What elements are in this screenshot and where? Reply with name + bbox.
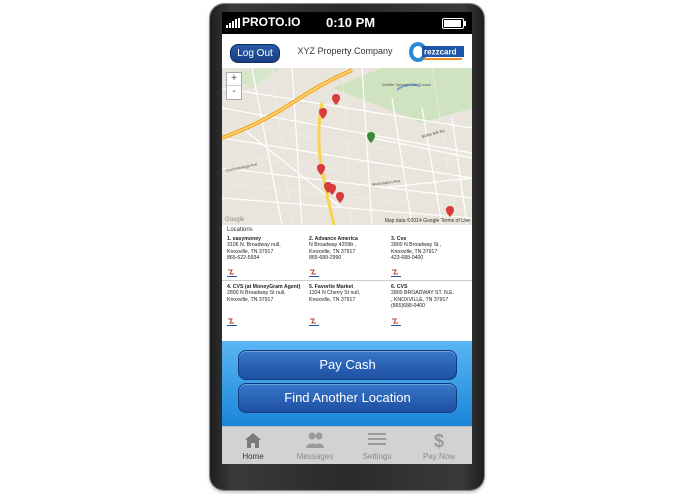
dollar-icon: $ (434, 431, 444, 449)
list-item[interactable]: 4. CVS (at MoneyGram Agent) 2800 N Broad… (227, 284, 307, 326)
location-city: Knoxville, TN 37917 (309, 296, 356, 303)
app-header: Log Out XYZ Property Company rezzcard (222, 34, 472, 68)
tab-pay-now[interactable]: $ Pay Now (408, 427, 470, 464)
logout-button[interactable]: Log Out (230, 44, 280, 63)
battery-icon (442, 18, 466, 29)
location-phone: 865-622-5934 (227, 255, 260, 262)
tab-label: Settings (362, 452, 392, 461)
action-panel: Pay Cash Find Another Location (222, 341, 472, 426)
rezzcard-logo-icon (309, 318, 319, 326)
rezzcard-logo-icon (391, 318, 401, 326)
company-name: XYZ Property Company (297, 46, 393, 56)
svg-text:$: $ (434, 431, 444, 449)
tab-settings[interactable]: Settings (346, 427, 408, 464)
list-item[interactable]: 2. Advance America N Broadway 4209b , Kn… (309, 236, 389, 277)
zoom-in-button[interactable]: + (227, 73, 241, 86)
list-item[interactable]: 6. CVS 2800 BROADWAY ST. N.E. , KNOXVILL… (391, 284, 471, 326)
tab-home[interactable]: Home (222, 427, 284, 464)
people-icon (306, 432, 324, 448)
home-icon (245, 433, 261, 448)
map-label: Whittle Springs Golf Course (382, 82, 432, 87)
locations-title: Locations (227, 227, 253, 233)
rezzcard-logo-icon (309, 269, 319, 277)
phone-frame: PROTO.IO 0:10 PM Log Out XYZ Property Co… (210, 4, 484, 490)
location-phone: 865-689-2990 (309, 255, 342, 262)
tab-messages[interactable]: Messages (284, 427, 346, 464)
tab-label: Home (242, 452, 264, 461)
tab-label: Messages (296, 452, 334, 461)
tab-label: Pay Now (422, 452, 455, 461)
rezzcard-logo-icon (227, 269, 237, 277)
location-phone: 423-688-0400 (391, 255, 424, 262)
rezzcard-logo-icon: rezzcard (409, 42, 464, 62)
map-credits[interactable]: Map data ©2014 Google Terms of Use (385, 218, 470, 224)
location-city: Knoxville, TN 37917 (227, 296, 274, 303)
tab-bar: Home Messages Settings $ Pay Now (222, 426, 472, 464)
rezzcard-logo-icon (391, 269, 401, 277)
app-view: Log Out XYZ Property Company rezzcard Wh… (222, 34, 472, 464)
find-another-location-button[interactable]: Find Another Location (238, 383, 457, 413)
list-item[interactable]: 3. Cvs 2800 N Broadway St , Knoxville, T… (391, 236, 471, 277)
carrier-name: PROTO.IO (242, 15, 301, 29)
list-divider (222, 280, 472, 281)
map-canvas: Whittle Springs Golf Course Chickamauga … (222, 68, 472, 225)
signal-icon (226, 18, 240, 28)
pay-cash-button[interactable]: Pay Cash (238, 350, 457, 380)
status-bar: PROTO.IO 0:10 PM (222, 12, 472, 34)
menu-icon (368, 433, 386, 445)
brand-text: rezzcard (424, 48, 457, 57)
map-watermark: Google (225, 217, 245, 223)
rezzcard-logo-icon (227, 318, 237, 326)
list-item[interactable]: 1. easymoney 3106 N. Broadway null, Knox… (227, 236, 307, 277)
zoom-out-button[interactable]: - (227, 86, 241, 98)
phone-screen: PROTO.IO 0:10 PM Log Out XYZ Property Co… (222, 12, 472, 464)
locations-list: Locations 1. easymoney 3106 N. Broadway … (222, 225, 472, 341)
list-item[interactable]: 5. Favorite Market 1324 N Cherry St null… (309, 284, 389, 326)
location-map[interactable]: Whittle Springs Golf Course Chickamauga … (222, 68, 472, 225)
status-time: 0:10 PM (326, 15, 376, 30)
map-zoom-control[interactable]: + - (226, 72, 242, 100)
location-phone: (865)688-0400 (391, 303, 426, 310)
